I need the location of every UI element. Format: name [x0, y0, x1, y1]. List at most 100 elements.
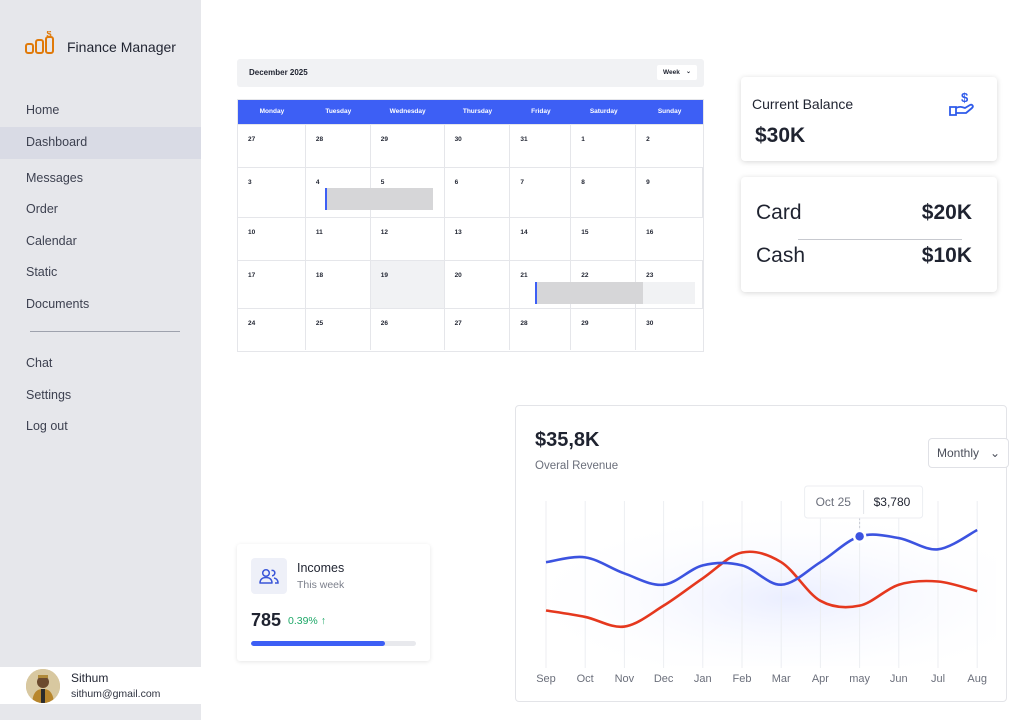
- balance-label: Current Balance: [752, 96, 854, 112]
- sidebar-nav: Home Dashboard Messages Order Calendar S…: [0, 95, 201, 320]
- calendar-day-cell[interactable]: 3: [238, 168, 306, 217]
- calendar-day-cell[interactable]: 7: [510, 168, 572, 217]
- weekday-header: Thursday: [462, 108, 493, 115]
- revenue-card: $35,8K Overal Revenue Oct 25 $3,780 Sep Oct…: [515, 405, 1009, 702]
- balance-value: $30K: [755, 124, 806, 147]
- chart-glow: [536, 516, 996, 666]
- calendar-day-cell[interactable]: 17: [238, 261, 306, 308]
- calendar-day-cell[interactable]: 26: [371, 309, 445, 350]
- calendar-day-cell[interactable]: 24: [238, 309, 306, 350]
- calendar-day-cell[interactable]: 14: [510, 218, 572, 260]
- calendar-day-cell[interactable]: 25: [306, 309, 371, 350]
- incomes-period: This week: [297, 579, 345, 591]
- sidebar-item-settings[interactable]: Settings: [0, 380, 201, 412]
- weekday-header: Wednesday: [389, 108, 426, 115]
- x-tick-label: Aug: [967, 673, 987, 685]
- x-tick-label: Oct: [577, 673, 594, 685]
- calendar-week-row: 3456789: [238, 167, 704, 217]
- card-cash-divider: [798, 239, 962, 240]
- calendar-day-cell[interactable]: 27: [445, 309, 511, 350]
- app-title: Finance Manager: [67, 39, 176, 55]
- calendar-week-row: 17 18 19 20 21 22 23: [238, 260, 704, 308]
- sidebar-item-order[interactable]: Order: [0, 194, 201, 226]
- weekday-header: Friday: [531, 108, 551, 115]
- sidebar-secondary-nav: Chat Settings Log out: [0, 348, 201, 443]
- calendar-event[interactable]: [325, 188, 433, 210]
- avatar: [26, 668, 60, 703]
- calendar-day-cell[interactable]: 30: [445, 125, 511, 167]
- calendar-day-cell[interactable]: 19: [370, 261, 445, 308]
- incomes-card: Incomes This week 785 0.39% ↑: [237, 544, 430, 661]
- card-label: Card: [756, 201, 802, 224]
- calendar-day-cell[interactable]: 1: [571, 125, 637, 167]
- calendar-day-cell[interactable]: 11: [306, 218, 371, 260]
- sidebar-item-chat[interactable]: Chat: [0, 348, 201, 380]
- incomes-change: 0.39% ↑: [288, 615, 326, 627]
- calendar-day-cell[interactable]: 2: [636, 125, 703, 167]
- revenue-period-select[interactable]: Monthly ⌄: [928, 438, 1009, 468]
- chevron-down-icon: ⌄: [685, 69, 691, 75]
- sidebar-item-dashboard[interactable]: Dashboard: [0, 126, 201, 159]
- current-balance-card: Current Balance $30K $: [741, 77, 997, 161]
- card-value: $20K: [921, 201, 972, 224]
- sidebar-item-static[interactable]: Static: [0, 257, 201, 289]
- money-hand-icon: $: [949, 90, 974, 116]
- sidebar-item-messages[interactable]: Messages: [0, 163, 201, 195]
- calendar-day-cell[interactable]: 15: [571, 218, 637, 260]
- calendar-day-cell[interactable]: 12: [371, 218, 445, 260]
- x-tick-label: Feb: [733, 673, 752, 685]
- users-icon: [251, 558, 287, 594]
- x-tick-label: Mar: [772, 673, 791, 685]
- chart-tooltip: Oct 25 $3,780: [804, 485, 924, 519]
- calendar-day-cell[interactable]: 16: [636, 218, 703, 260]
- calendar-day-cell[interactable]: 29: [371, 125, 445, 167]
- calendar-week-row: 27 28 29 30 31 1 2: [238, 124, 703, 167]
- tooltip-date: Oct 25: [816, 495, 852, 509]
- calendar-event[interactable]: [535, 282, 643, 304]
- svg-text:$: $: [47, 31, 52, 39]
- calendar-header: December 2025 Week ⌄: [237, 59, 704, 87]
- calendar-day-cell[interactable]: 20: [445, 261, 511, 308]
- card-cash-card: Card $20K Cash $10K: [741, 177, 997, 292]
- calendar-view-label: Week: [663, 69, 680, 76]
- calendar-view-select[interactable]: Week ⌄: [657, 65, 697, 80]
- x-tick-label: Jun: [890, 673, 908, 685]
- calendar-day-cell[interactable]: 8: [571, 168, 637, 217]
- x-tick-label: may: [849, 673, 870, 685]
- chevron-down-icon: ⌄: [989, 446, 1000, 460]
- user-email: sithum@gmail.com: [71, 688, 161, 700]
- calendar-day-cell[interactable]: 31: [510, 125, 572, 167]
- cash-value: $10K: [921, 244, 972, 267]
- sidebar-item-home[interactable]: Home: [0, 95, 201, 127]
- calendar-day-cell[interactable]: 28: [510, 309, 572, 350]
- calendar-day-cell[interactable]: 6: [445, 168, 511, 217]
- weekday-header: Saturday: [589, 108, 618, 115]
- calendar-day-cell[interactable]: 13: [445, 218, 511, 260]
- calendar-day-cell[interactable]: 29: [571, 309, 637, 350]
- user-profile[interactable]: Sithum sithum@gmail.com: [0, 667, 201, 704]
- x-tick-label: Sep: [536, 673, 556, 685]
- calendar-day-cell[interactable]: 28: [306, 125, 371, 167]
- brand[interactable]: $ Finance Manager: [25, 31, 176, 57]
- calendar-day-cell[interactable]: 18: [306, 261, 371, 308]
- calendar-weekdays: Monday Tuesday Wednesday Thursday Friday Satu…: [238, 100, 703, 124]
- calendar-week-row: 10 11 12 13 14 15 16: [238, 217, 703, 260]
- calendar-week-row: 24 25 26 27 28 29 30: [238, 308, 703, 350]
- x-tick-label: Nov: [615, 673, 635, 685]
- incomes-progress-bar: [251, 641, 416, 646]
- calendar-day-cell[interactable]: 30: [636, 309, 703, 350]
- x-tick-label: Jul: [931, 673, 945, 685]
- sidebar-item-logout[interactable]: Log out: [0, 411, 201, 443]
- calendar-day-cell[interactable]: 27: [238, 125, 306, 167]
- sidebar: $ Finance Manager Home Dashboard Message…: [0, 0, 201, 720]
- calendar-day-cell[interactable]: 9: [636, 168, 704, 217]
- incomes-title: Incomes: [297, 561, 345, 575]
- x-tick-label: Jan: [694, 673, 712, 685]
- sidebar-item-documents[interactable]: Documents: [0, 289, 201, 321]
- calendar-day-cell[interactable]: 10: [238, 218, 306, 260]
- card-row: Card $20K: [756, 201, 972, 225]
- sidebar-item-calendar[interactable]: Calendar: [0, 226, 201, 258]
- cash-row: Cash $10K: [756, 244, 972, 268]
- weekday-header: Monday: [259, 108, 285, 115]
- cash-label: Cash: [756, 244, 806, 267]
